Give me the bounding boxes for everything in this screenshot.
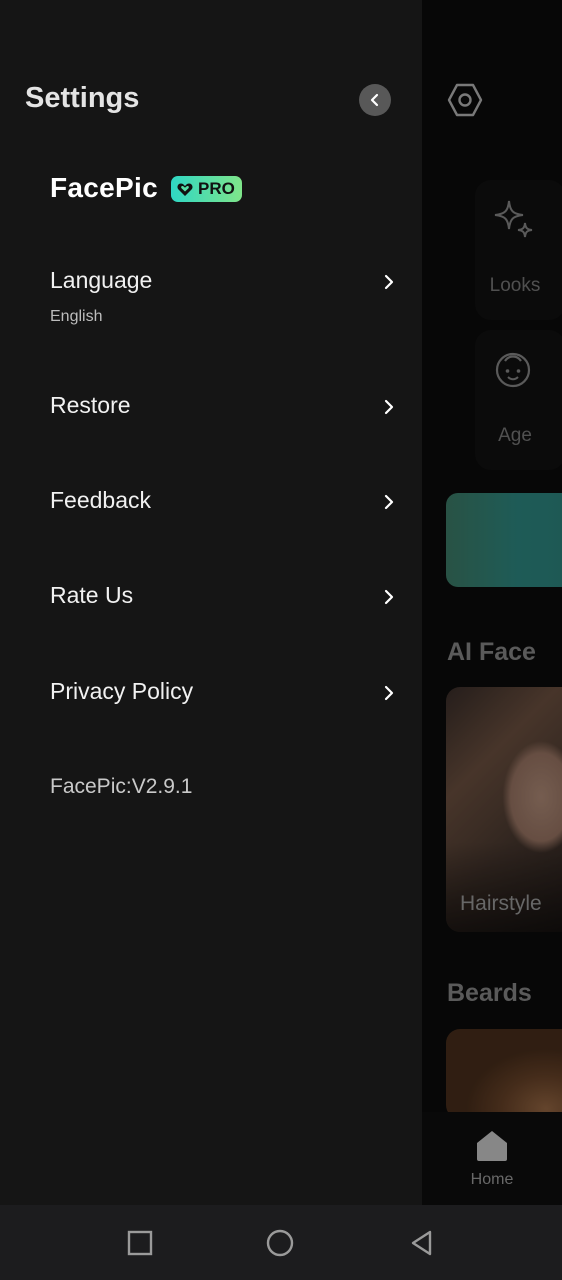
home-label: Home xyxy=(470,1171,514,1188)
feature-card-looks[interactable]: Looks xyxy=(475,180,562,320)
card-shade xyxy=(446,842,562,932)
settings-drawer: Settings FacePic PRO Language English Re… xyxy=(0,0,422,1205)
section-title-ai-face: AI Face xyxy=(447,638,536,666)
pro-label: PRO xyxy=(198,179,235,198)
pro-badge[interactable]: PRO xyxy=(171,176,242,202)
baby-face-icon xyxy=(495,352,531,388)
system-nav-bar xyxy=(0,1205,562,1280)
menu-item-rate-us[interactable]: Rate Us xyxy=(0,577,422,641)
menu-label-language: Language xyxy=(50,267,153,293)
home-circle-icon[interactable] xyxy=(266,1229,294,1257)
chevron-right-icon xyxy=(384,399,394,415)
feature-label-looks: Looks xyxy=(489,275,541,296)
heart-icon xyxy=(177,183,193,196)
back-triangle-icon[interactable] xyxy=(408,1229,436,1257)
settings-hexagon-icon[interactable] xyxy=(447,82,483,118)
promo-banner[interactable] xyxy=(446,493,562,587)
feature-label-age: Age xyxy=(498,425,532,446)
bottom-nav-home[interactable]: Home xyxy=(422,1112,562,1205)
chevron-right-icon xyxy=(384,494,394,510)
home-icon xyxy=(477,1131,507,1161)
feature-card-age[interactable]: Age xyxy=(475,330,562,470)
hairstyle-card[interactable]: Hairstyle xyxy=(446,687,562,932)
menu-item-privacy-policy[interactable]: Privacy Policy xyxy=(0,673,422,737)
menu-subtitle-language: English xyxy=(50,308,103,325)
app-version: FacePic:V2.9.1 xyxy=(50,775,193,798)
menu-label-restore: Restore xyxy=(50,392,131,418)
section-title-beards: Beards xyxy=(447,979,532,1007)
menu-item-feedback[interactable]: Feedback xyxy=(0,482,422,546)
menu-label-feedback: Feedback xyxy=(50,487,152,513)
chevron-right-icon xyxy=(384,589,394,605)
menu-item-restore[interactable]: Restore xyxy=(0,387,422,451)
drawer-title: Settings xyxy=(25,82,140,114)
chevron-right-icon xyxy=(384,274,394,290)
hairstyle-caption: Hairstyle xyxy=(460,892,542,915)
chevron-left-icon xyxy=(370,93,379,107)
menu-label-privacy-policy: Privacy Policy xyxy=(50,678,194,704)
chevron-right-icon xyxy=(384,685,394,701)
close-drawer-button[interactable] xyxy=(359,84,391,116)
brand-logo-text: FacePic xyxy=(50,172,158,203)
sparkle-icon xyxy=(494,200,533,238)
recents-square-icon[interactable] xyxy=(126,1229,154,1257)
menu-label-rate-us: Rate Us xyxy=(50,582,134,608)
beard-card[interactable] xyxy=(446,1029,562,1119)
menu-item-language[interactable]: Language English xyxy=(0,262,422,334)
